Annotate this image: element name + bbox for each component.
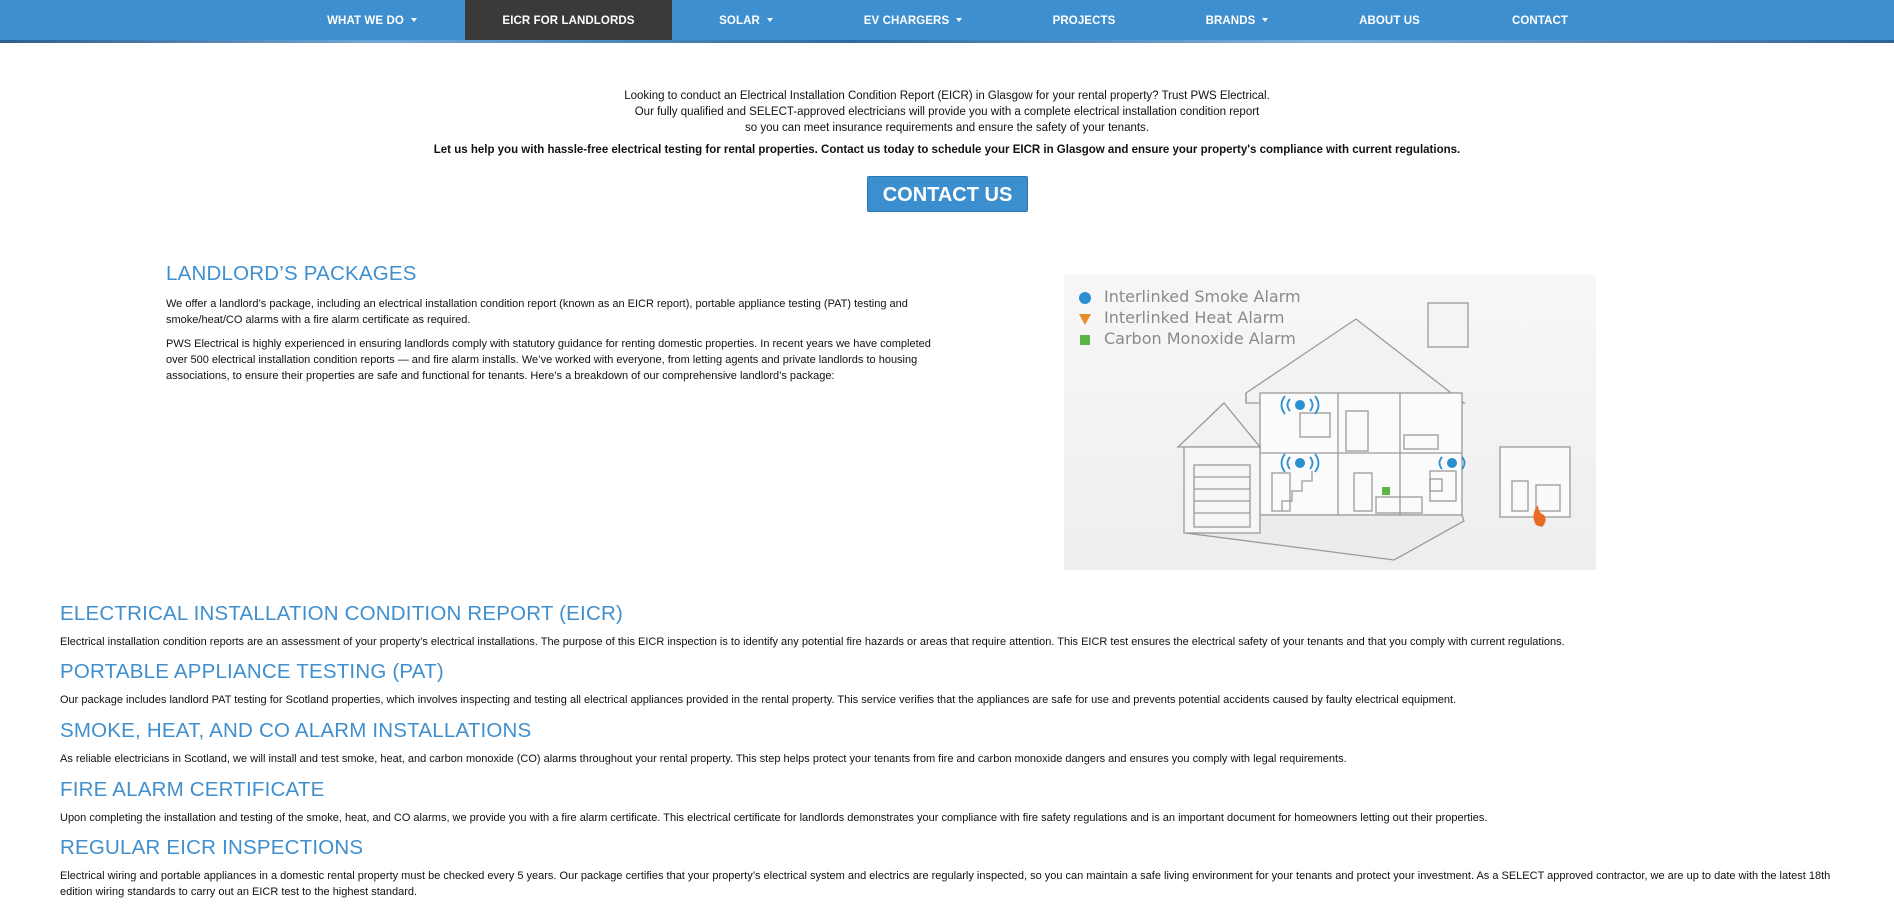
section-heading: SMOKE, HEAT, AND CO ALARM INSTALLATIONS [60,719,532,742]
section-heading: REGULAR EICR INSPECTIONS [60,836,364,859]
house-alarm-illustration: Interlinked Smoke Alarm Interlinked Heat… [1064,275,1596,570]
nav-item-solar[interactable]: SOLAR [700,0,792,40]
nav-item-eicr-for-landlords[interactable]: EICR FOR LANDLORDS [465,0,672,40]
alarm-installations-section: SMOKE, HEAT, AND CO ALARM INSTALLATIONS … [60,719,1850,767]
nav-item-label: SOLAR [719,15,760,27]
packages-paragraph: PWS Electrical is highly experienced in … [166,338,931,382]
nav-item-about-us[interactable]: ABOUT US [1352,0,1427,40]
header-image-strip [0,40,1894,43]
nav-item-brands[interactable]: BRANDS [1195,0,1279,40]
packages-section: LANDLORD’S PACKAGES We offer a landlord’… [166,262,946,384]
nav-item-label: EICR FOR LANDLORDS [502,15,635,27]
section-text: As reliable electricians in Scotland, we… [60,753,1347,765]
intro-bold-line: Let us help you with hassle-free electri… [433,144,1461,156]
section-heading: PORTABLE APPLIANCE TESTING (PAT) [60,660,444,683]
section-text: Electrical wiring and portable appliance… [60,870,1831,898]
regular-eicr-section: REGULAR EICR INSPECTIONS Electrical wiri… [60,836,1850,900]
intro-line: so you can meet insurance requirements a… [744,122,1149,134]
house-drawing [1176,302,1571,561]
nav-item-label: CONTACT [1511,15,1569,27]
nav-item-label: PROJECTS [1052,15,1116,27]
packages-paragraph: We offer a landlord’s package, including… [166,298,908,326]
contact-us-button[interactable]: CONTACT US [867,176,1028,212]
chevron-down-icon [1262,17,1269,22]
nav-item-label: ABOUT US [1359,15,1420,27]
intro-line: Our fully qualified and SELECT-approved … [634,106,1260,118]
section-heading: ELECTRICAL INSTALLATION CONDITION REPORT… [60,602,623,625]
nav-item-label: EV CHARGERS [863,15,950,27]
nav-item-contact[interactable]: CONTACT [1500,0,1580,40]
intro-block: Looking to conduct an Electrical Install… [0,88,1894,158]
intro-line: Looking to conduct an Electrical Install… [624,90,1270,102]
packages-heading: LANDLORD’S PACKAGES [166,262,417,285]
pat-section: PORTABLE APPLIANCE TESTING (PAT) Our pac… [60,660,1850,708]
nav-item-ev-chargers[interactable]: EV CHARGERS [855,0,971,40]
chevron-down-icon [410,17,417,22]
section-text: Upon completing the installation and tes… [60,812,1488,824]
chevron-down-icon [766,17,773,22]
nav-item-label: BRANDS [1205,15,1256,27]
section-text: Electrical installation condition report… [60,636,1565,648]
section-text: Our package includes landlord PAT testin… [60,694,1457,706]
main-navigation: WHAT WE DO EICR FOR LANDLORDS SOLAR EV C… [0,0,1894,42]
eicr-section: ELECTRICAL INSTALLATION CONDITION REPORT… [60,602,1850,650]
nav-item-projects[interactable]: PROJECTS [1040,0,1128,40]
nav-item-what-we-do[interactable]: WHAT WE DO [310,0,434,40]
fire-alarm-certificate-section: FIRE ALARM CERTIFICATE Upon completing t… [60,778,1850,826]
nav-item-label: WHAT WE DO [327,15,404,27]
section-heading: FIRE ALARM CERTIFICATE [60,778,325,801]
chevron-down-icon [956,17,963,22]
